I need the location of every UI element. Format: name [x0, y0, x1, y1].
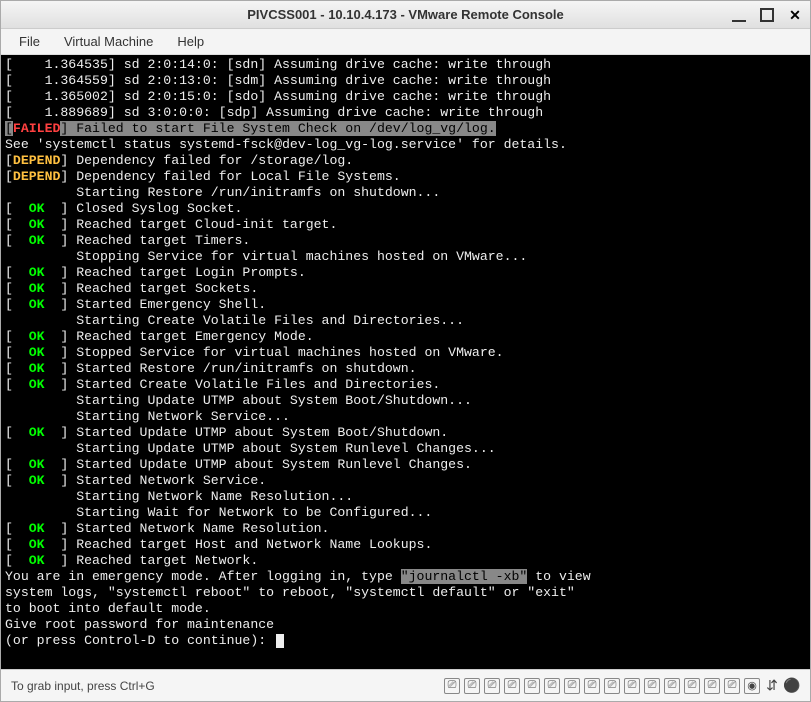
status-hint: To grab input, press Ctrl+G [11, 679, 444, 693]
menu-help[interactable]: Help [165, 30, 216, 53]
console-line: [ OK ] Started Network Service. [5, 473, 806, 489]
console-line: [ 1.364559] sd 2:0:13:0: [sdm] Assuming … [5, 73, 806, 89]
console-line: [FAILED] Failed to start File System Che… [5, 121, 806, 137]
device-icon-8[interactable]: ⎚ [584, 678, 600, 694]
status-device-icons: ⎚⎚⎚⎚⎚⎚⎚⎚⎚⎚⎚⎚⎚⎚⎚◉⇵⚫ [444, 678, 800, 694]
console-line: [ OK ] Reached target Cloud-init target. [5, 217, 806, 233]
network-icon[interactable]: ⇵ [764, 678, 780, 694]
vmware-remote-console-window: PIVCSS001 - 10.10.4.173 - VMware Remote … [0, 0, 811, 702]
console-line: [ 1.889689] sd 3:0:0:0: [sdp] Assuming d… [5, 105, 806, 121]
device-icon-13[interactable]: ⎚ [684, 678, 700, 694]
device-icon-15[interactable]: ⎚ [724, 678, 740, 694]
console-line: [ OK ] Reached target Sockets. [5, 281, 806, 297]
console-output[interactable]: [ 1.364535] sd 2:0:14:0: [sdn] Assuming … [1, 55, 810, 669]
console-line: [ OK ] Closed Syslog Socket. [5, 201, 806, 217]
device-icon-9[interactable]: ⎚ [604, 678, 620, 694]
device-icon-7[interactable]: ⎚ [564, 678, 580, 694]
menubar: File Virtual Machine Help [1, 29, 810, 55]
console-line: Starting Wait for Network to be Configur… [5, 505, 806, 521]
console-line: [ OK ] Stopped Service for virtual machi… [5, 345, 806, 361]
device-icon-12[interactable]: ⎚ [664, 678, 680, 694]
console-line: [ 1.365002] sd 2:0:15:0: [sdo] Assuming … [5, 89, 806, 105]
console-line: See 'systemctl status systemd-fsck@dev-l… [5, 137, 806, 153]
device-icon-14[interactable]: ⎚ [704, 678, 720, 694]
connected-icon[interactable]: ⚫ [784, 678, 800, 694]
console-line: Give root password for maintenance [5, 617, 806, 633]
statusbar: To grab input, press Ctrl+G ⎚⎚⎚⎚⎚⎚⎚⎚⎚⎚⎚⎚… [1, 669, 810, 701]
close-icon[interactable]: ✕ [788, 8, 802, 22]
console-line: Starting Update UTMP about System Runlev… [5, 441, 806, 457]
device-icon-10[interactable]: ⎚ [624, 678, 640, 694]
console-line: [ OK ] Reached target Emergency Mode. [5, 329, 806, 345]
console-line: [ OK ] Reached target Login Prompts. [5, 265, 806, 281]
device-icon-1[interactable]: ⎚ [444, 678, 460, 694]
device-icon-11[interactable]: ⎚ [644, 678, 660, 694]
menu-file[interactable]: File [7, 30, 52, 53]
console-line: [ OK ] Reached target Host and Network N… [5, 537, 806, 553]
console-line: (or press Control-D to continue): [5, 633, 806, 649]
console-line: Starting Update UTMP about System Boot/S… [5, 393, 806, 409]
device-icon-3[interactable]: ⎚ [484, 678, 500, 694]
console-line: [ 1.364535] sd 2:0:14:0: [sdn] Assuming … [5, 57, 806, 73]
text-cursor [276, 634, 284, 648]
window-title: PIVCSS001 - 10.10.4.173 - VMware Remote … [1, 7, 810, 22]
console-line: [ OK ] Started Update UTMP about System … [5, 425, 806, 441]
titlebar[interactable]: PIVCSS001 - 10.10.4.173 - VMware Remote … [1, 1, 810, 29]
console-line: Starting Restore /run/initramfs on shutd… [5, 185, 806, 201]
console-line: system logs, "systemctl reboot" to reboo… [5, 585, 806, 601]
console-line: You are in emergency mode. After logging… [5, 569, 806, 585]
cdrom-icon[interactable]: ◉ [744, 678, 760, 694]
console-line: Starting Network Service... [5, 409, 806, 425]
console-line: [DEPEND] Dependency failed for /storage/… [5, 153, 806, 169]
console-line: Starting Network Name Resolution... [5, 489, 806, 505]
minimize-icon[interactable] [732, 8, 746, 22]
menu-virtual-machine[interactable]: Virtual Machine [52, 30, 165, 53]
device-icon-2[interactable]: ⎚ [464, 678, 480, 694]
console-line: [ OK ] Reached target Network. [5, 553, 806, 569]
maximize-icon[interactable] [760, 8, 774, 22]
console-line: [ OK ] Reached target Timers. [5, 233, 806, 249]
console-line: [ OK ] Started Create Volatile Files and… [5, 377, 806, 393]
console-line: to boot into default mode. [5, 601, 806, 617]
console-line: Starting Create Volatile Files and Direc… [5, 313, 806, 329]
console-line: [DEPEND] Dependency failed for Local Fil… [5, 169, 806, 185]
window-controls: ✕ [732, 8, 802, 22]
device-icon-6[interactable]: ⎚ [544, 678, 560, 694]
console-line: [ OK ] Started Network Name Resolution. [5, 521, 806, 537]
console-line: [ OK ] Started Update UTMP about System … [5, 457, 806, 473]
device-icon-5[interactable]: ⎚ [524, 678, 540, 694]
device-icon-4[interactable]: ⎚ [504, 678, 520, 694]
console-line: [ OK ] Started Emergency Shell. [5, 297, 806, 313]
console-line: Stopping Service for virtual machines ho… [5, 249, 806, 265]
console-line: [ OK ] Started Restore /run/initramfs on… [5, 361, 806, 377]
